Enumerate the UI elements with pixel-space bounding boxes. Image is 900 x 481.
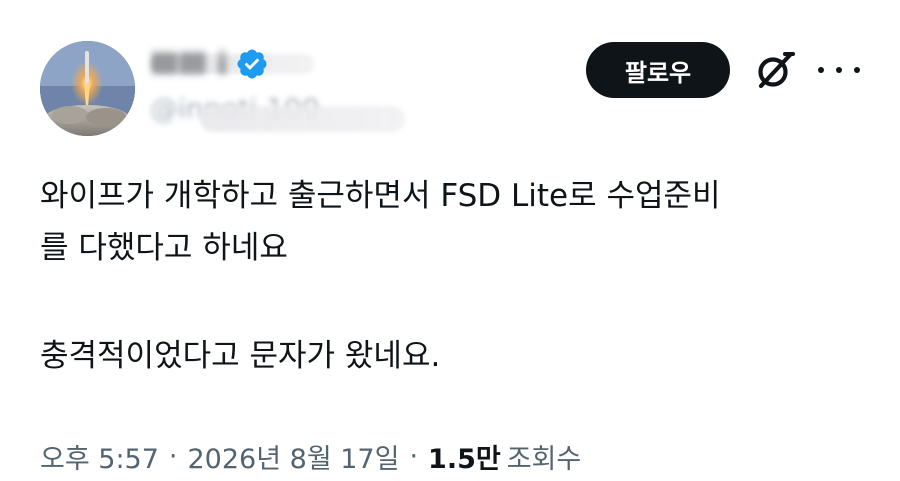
rocket-launch-icon [40, 41, 135, 136]
tweet-date[interactable]: 2026년 8월 17일 [188, 437, 400, 476]
handle-blur-overlay [200, 106, 405, 132]
tweet-text-line: 와이프가 개학하고 출근하면서 FSD Lite로 수업준비 [40, 178, 721, 214]
meta-separator: · [409, 440, 419, 472]
verified-badge-icon [237, 49, 267, 79]
author-display-name[interactable]: ⅢⅢ i [150, 47, 227, 82]
more-dot [818, 67, 824, 73]
more-options-icon[interactable] [818, 56, 860, 84]
follow-button[interactable]: 팔로우 [586, 42, 730, 98]
more-dot [836, 67, 842, 73]
views-count[interactable]: 1.5만 [428, 437, 501, 476]
tweet-text: 와이프가 개학하고 출근하면서 FSD Lite로 수업준비 를 다했다고 하네… [40, 170, 870, 382]
author-handle-row[interactable]: @innoti 100 [150, 92, 405, 132]
more-dot [854, 67, 860, 73]
tweet-card: ⅢⅢ i @innoti 100 팔로우 와이프가 개학하고 출근하면서 FSD… [0, 0, 900, 481]
tweet-text-line: 충격적이었다고 문자가 왔네요. [40, 338, 441, 374]
grok-icon[interactable] [752, 47, 798, 93]
views-label[interactable]: 조회수 [507, 437, 582, 476]
avatar[interactable] [40, 41, 135, 136]
tweet-text-line: 를 다했다고 하네요 [40, 230, 288, 266]
tweet-meta: 오후 5:57 · 2026년 8월 17일 · 1.5만 조회수 [40, 436, 581, 476]
author-name-row[interactable]: ⅢⅢ i [150, 44, 315, 84]
meta-separator: · [168, 440, 178, 472]
tweet-time[interactable]: 오후 5:57 [40, 437, 159, 476]
